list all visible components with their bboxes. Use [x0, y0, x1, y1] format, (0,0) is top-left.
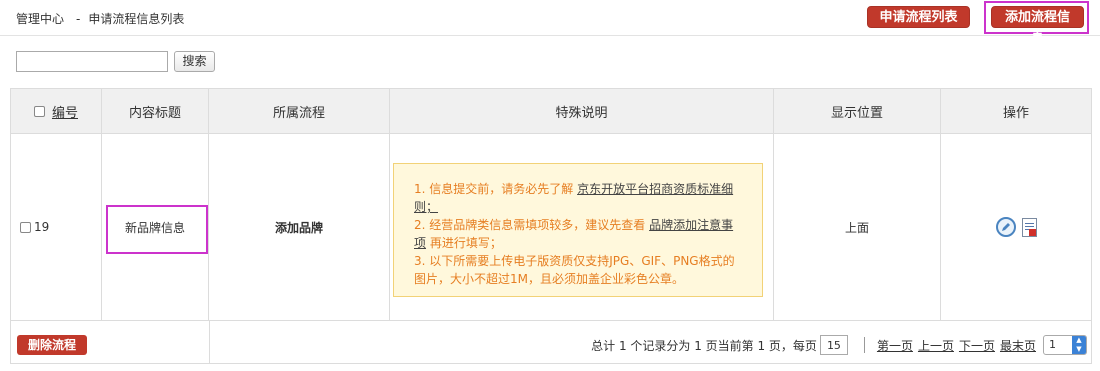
- column-header-notes: 特殊说明: [390, 89, 774, 133]
- column-header-actions: 操作: [1002, 105, 1029, 121]
- notice-line-2: 2. 经营品牌类信息需填项较多，建议先查看 品牌添加注意事项 再进行填写；: [414, 218, 734, 250]
- pagination-divider: [863, 337, 865, 353]
- search-button[interactable]: 搜索: [174, 51, 215, 72]
- table-footer-row: 删除流程 总计 1 个记录分为 1 页当前第 1 页，每页 15 第一页 上一页…: [11, 321, 1091, 363]
- row-flow: 添加品牌: [274, 220, 323, 235]
- add-process-info-button[interactable]: 添加流程信息: [991, 6, 1084, 47]
- process-info-table: 编号 内容标题 所属流程 特殊说明 显示位置 操作 19 新品牌信息 添加品牌 …: [10, 88, 1092, 364]
- actions-cell: [941, 134, 1091, 320]
- table-row: 19 新品牌信息 添加品牌 上面 1. 信息提交前，请务必先了解 京东开放平台招…: [11, 134, 1091, 321]
- table-header-row: 编号 内容标题 所属流程 特殊说明 显示位置 操作: [11, 89, 1091, 134]
- row-id: 19: [34, 220, 50, 234]
- search-input[interactable]: [16, 51, 168, 72]
- page-select-value: 1: [1049, 338, 1056, 351]
- column-header-position: 显示位置: [774, 89, 941, 133]
- delete-process-button[interactable]: 删除流程: [17, 335, 87, 355]
- process-list-button[interactable]: 申请流程列表: [867, 6, 970, 28]
- row-checkbox[interactable]: [20, 221, 31, 233]
- select-arrows-icon: ▲ ▼: [1072, 336, 1086, 354]
- pagination: 总计 1 个记录分为 1 页当前第 1 页，每页 15 第一页 上一页 下一页 …: [591, 334, 1087, 356]
- top-bar: 管理中心 - 申请流程信息列表 申请流程列表 添加流程信息: [0, 0, 1100, 47]
- next-page-link[interactable]: 下一页: [959, 337, 995, 354]
- notice-box: 1. 信息提交前，请务必先了解 京东开放平台招商资质标准细则； 2. 经营品牌类…: [393, 163, 763, 297]
- first-page-link[interactable]: 第一页: [877, 337, 913, 354]
- id-cell: 19: [11, 134, 102, 320]
- row-position: 上面: [844, 220, 869, 235]
- notice-line-3: 3. 以下所需要上传电子版资质仅支持JPG、GIF、PNG格式的图片，大小不超过…: [414, 254, 735, 286]
- column-header-id: 编号: [11, 89, 102, 133]
- last-page-link[interactable]: 最末页: [1000, 337, 1036, 354]
- breadcrumb: 管理中心 - 申请流程信息列表: [16, 10, 184, 27]
- edit-icon[interactable]: [995, 217, 1016, 237]
- breadcrumb-root: 管理中心: [16, 12, 65, 26]
- notice-line-1: 1. 信息提交前，请务必先了解 京东开放平台招商资质标准细则；: [414, 182, 734, 214]
- flow-cell: 添加品牌: [209, 134, 390, 320]
- select-all-checkbox[interactable]: [33, 105, 45, 117]
- page-select[interactable]: 1 ▲ ▼: [1043, 335, 1087, 355]
- document-icon[interactable]: [1021, 217, 1037, 237]
- breadcrumb-current: 申请流程信息列表: [88, 12, 185, 26]
- per-page-input[interactable]: 15: [819, 335, 848, 355]
- footer-divider: [209, 321, 210, 363]
- column-header-flow: 所属流程: [209, 89, 390, 133]
- column-header-title: 内容标题: [102, 89, 209, 133]
- breadcrumb-separator: -: [76, 12, 81, 26]
- position-cell: 上面: [774, 134, 941, 320]
- sort-by-id-link[interactable]: 编号: [52, 102, 78, 121]
- prev-page-link[interactable]: 上一页: [918, 337, 954, 354]
- pagination-summary: 总计 1 个记录分为 1 页当前第 1 页，每页: [591, 338, 817, 353]
- title-highlight: [106, 205, 208, 254]
